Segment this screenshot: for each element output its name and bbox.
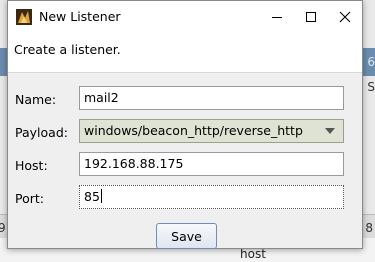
name-field[interactable]: mail2	[79, 86, 344, 110]
minimize-icon	[272, 16, 282, 18]
port-value: 85	[84, 189, 100, 204]
minimize-button[interactable]	[259, 1, 295, 32]
close-icon	[339, 11, 351, 22]
text-caret	[100, 189, 102, 203]
payload-selected-value: windows/beacon_http/reverse_http	[84, 123, 303, 138]
dialog-description: Create a listener.	[14, 42, 121, 57]
new-listener-dialog: New Listener Create a listener. Name: ma…	[7, 0, 363, 249]
payload-label: Payload:	[15, 125, 68, 140]
app-icon	[16, 9, 32, 25]
save-button[interactable]: Save	[156, 223, 217, 249]
dropdown-button[interactable]	[322, 124, 338, 138]
maximize-button[interactable]	[293, 1, 329, 32]
chevron-down-icon	[325, 128, 335, 134]
background-text-fragment: 8	[365, 221, 373, 235]
background-host-column-header[interactable]: host	[240, 247, 266, 261]
host-label: Host:	[15, 158, 48, 173]
port-field[interactable]: 85	[79, 185, 344, 209]
window-title: New Listener	[39, 9, 121, 24]
title-bar[interactable]: New Listener	[8, 1, 362, 32]
background-text-fragment: 6	[367, 55, 375, 69]
dialog-header: Create a listener.	[8, 32, 362, 73]
background-text-fragment: S	[367, 80, 375, 94]
host-field[interactable]: 192.168.88.175	[79, 152, 344, 176]
background-text-fragment: 9	[0, 221, 6, 235]
payload-select[interactable]: windows/beacon_http/reverse_http	[79, 119, 344, 143]
maximize-icon	[306, 11, 316, 22]
close-button[interactable]	[327, 1, 363, 32]
name-label: Name:	[15, 92, 57, 107]
port-label: Port:	[15, 191, 44, 206]
